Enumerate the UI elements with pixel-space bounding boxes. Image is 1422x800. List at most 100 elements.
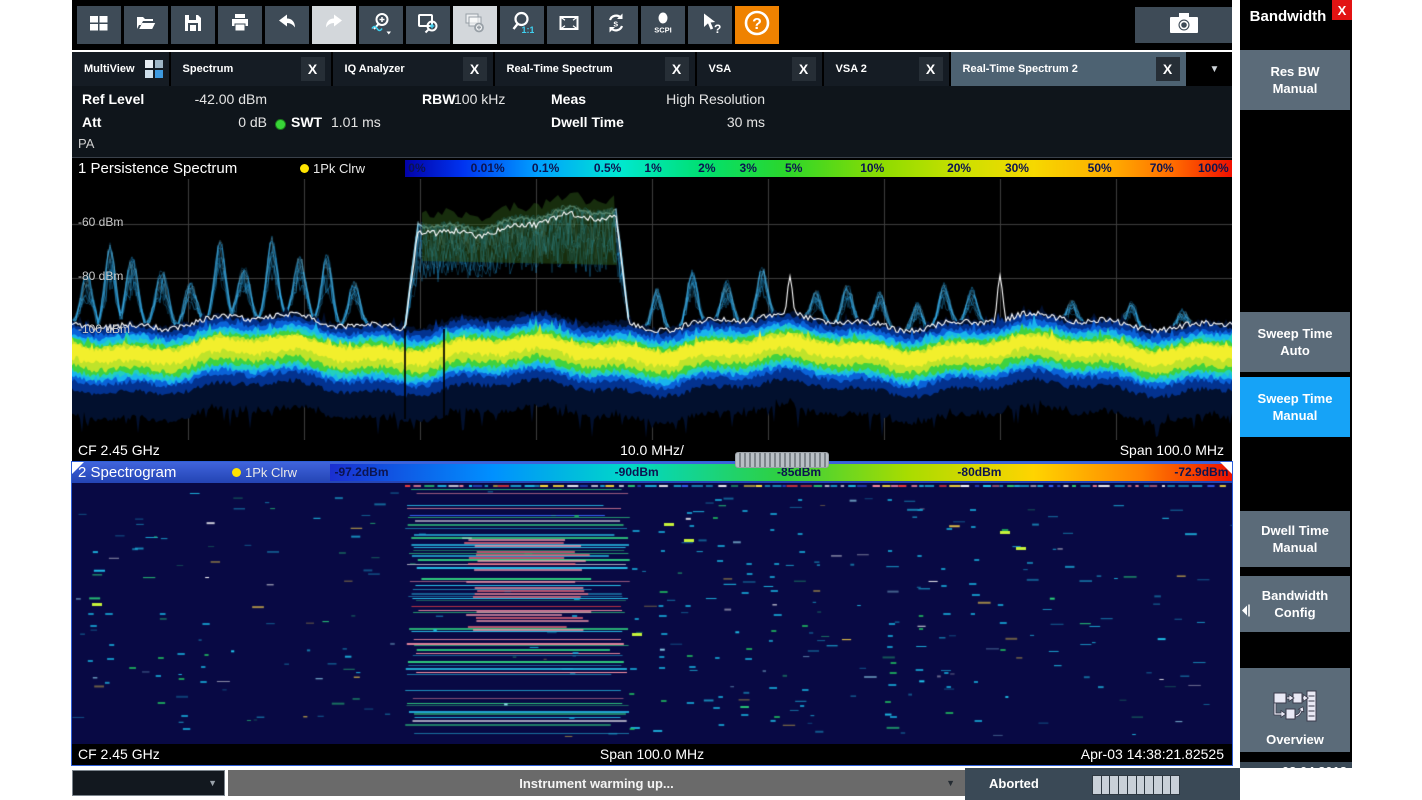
spectrogram-canvas[interactable] (72, 483, 1232, 744)
help-button[interactable]: ? (735, 6, 779, 44)
softkey-close-button[interactable]: X (1332, 0, 1352, 20)
span-readout: Span 100.0 MHz (600, 746, 704, 762)
persistence-spectrum-window[interactable]: 1 Persistence Spectrum 1Pk Clrw 0% 0.01%… (72, 157, 1232, 461)
window-splitter-handle[interactable] (735, 452, 829, 468)
zoom-area-button[interactable] (406, 6, 450, 44)
tab-iq-analyzer[interactable]: IQ Analyzer X (333, 52, 493, 86)
measurement-state: Aborted (989, 776, 1039, 791)
trace-label[interactable]: 1Pk Clrw (245, 465, 297, 480)
multi-window-zoom-button[interactable] (453, 6, 497, 44)
tab-close-icon[interactable]: X (301, 57, 325, 81)
context-help-button[interactable]: ? (688, 6, 732, 44)
softkey-sweep-time-manual[interactable]: Sweep Time Manual (1240, 377, 1350, 437)
scale-tick: 70% (1150, 161, 1174, 175)
window2-footer: CF 2.45 GHz Span 100.0 MHz Apr-03 14:38:… (72, 744, 1232, 765)
undo-button[interactable] (265, 6, 309, 44)
scale-tick: 0% (408, 161, 425, 175)
chevron-down-icon: ▼ (946, 778, 955, 788)
softkey-sweep-time-auto[interactable]: Sweep Time Auto (1240, 312, 1350, 372)
softkey-bandwidth-config[interactable]: Bandwidth Config (1240, 576, 1350, 632)
windows-start-button[interactable] (77, 6, 121, 44)
scale-tick: 2% (698, 161, 715, 175)
tab-real-time-spectrum-2[interactable]: Real-Time Spectrum 2 X (951, 52, 1186, 86)
tab-close-icon[interactable]: X (463, 57, 487, 81)
scpi-recorder-button[interactable]: SCPI (641, 6, 685, 44)
meas-value[interactable]: High Resolution (572, 91, 765, 107)
scale-tick: 20% (947, 161, 971, 175)
spectrogram-plot-area[interactable] (72, 483, 1232, 744)
open-file-button[interactable] (124, 6, 168, 44)
help-icon: ? (743, 9, 771, 42)
svg-text:1:1: 1:1 (522, 25, 535, 35)
tab-close-icon[interactable]: X (665, 57, 689, 81)
save-button[interactable] (171, 6, 215, 44)
printer-icon (228, 11, 252, 40)
softkey-sidebar: Bandwidth X Res BW Manual Sweep Time Aut… (1240, 0, 1352, 762)
overview-flowchart-icon (1272, 672, 1318, 729)
persistence-canvas[interactable] (72, 179, 1232, 440)
screenshot-button[interactable] (1135, 7, 1232, 43)
redo-arrow-icon (322, 11, 346, 40)
redo-button[interactable] (312, 6, 356, 44)
softkey-res-bw-manual[interactable]: Res BW Manual (1240, 50, 1350, 110)
tab-close-icon[interactable]: X (792, 57, 816, 81)
softkey-dwell-time-manual[interactable]: Dwell Time Manual (1240, 511, 1350, 567)
softkey-label: Overview (1266, 731, 1324, 748)
att-value[interactable]: 0 dB (137, 114, 267, 130)
swt-value[interactable]: 1.01 ms (331, 114, 381, 130)
status-message-bar[interactable]: Instrument warming up... ▼ (228, 770, 965, 796)
zoom-area-icon (416, 11, 440, 40)
channel-tabbar: MultiView Spectrum X IQ Analyzer X Real-… (72, 52, 1232, 86)
measurement-status-area: Aborted (965, 768, 1240, 800)
tab-close-icon[interactable]: X (1156, 57, 1180, 81)
zoom-trace-icon (369, 11, 393, 40)
tab-vsa[interactable]: VSA X (697, 52, 822, 86)
pa-indicator: PA (78, 136, 94, 151)
scale-tick: 100% (1198, 161, 1229, 175)
active-window-corner-mark (1220, 462, 1232, 474)
continuous-sweep-button[interactable]: s (594, 6, 638, 44)
tab-vsa-2[interactable]: VSA 2 X (824, 52, 949, 86)
tab-overflow-button[interactable]: ▼ (1197, 52, 1232, 86)
trace-label[interactable]: 1Pk Clrw (313, 161, 365, 176)
ref-level-value[interactable]: -42.00 dBm (137, 91, 267, 107)
rbw-value[interactable]: 100 kHz (454, 91, 505, 107)
scale-tick: 0.1% (532, 161, 559, 175)
scale-tick: -90dBm (615, 465, 659, 479)
svg-text:SCPI: SCPI (654, 25, 672, 34)
scale-tick: 5% (785, 161, 802, 175)
print-button[interactable] (218, 6, 262, 44)
window2-titlebar[interactable]: 2 Spectrogram 1Pk Clrw -97.2dBm -90dBm -… (72, 462, 1232, 483)
scale-tick: -80dBm (957, 465, 1001, 479)
tab-spectrum[interactable]: Spectrum X (171, 52, 331, 86)
trace-color-dot (232, 468, 241, 477)
per-division-readout: 10.0 MHz/ (620, 442, 684, 458)
tab-multiview[interactable]: MultiView (72, 52, 169, 86)
channel-settings-bar[interactable]: Ref Level -42.00 dBm RBW 100 kHz Meas Hi… (72, 86, 1232, 157)
timestamp-readout: Apr-03 14:38:21.82525 (1081, 746, 1224, 762)
tab-close-icon[interactable]: X (919, 57, 943, 81)
save-floppy-icon (181, 11, 205, 40)
window1-title: 1 Persistence Spectrum (78, 160, 237, 177)
softkey-menu-title: Bandwidth (1240, 8, 1336, 25)
spectrogram-window[interactable]: 2 Spectrogram 1Pk Clrw -97.2dBm -90dBm -… (72, 462, 1232, 765)
tab-label: VSA 2 (836, 63, 867, 75)
tab-label: VSA (709, 63, 732, 75)
multi-window-zoom-icon (463, 11, 487, 40)
cursor-help-icon: ? (698, 11, 722, 40)
scale-tick: 10% (860, 161, 884, 175)
one-to-one-zoom-icon: 1:1 (510, 11, 534, 40)
tab-real-time-spectrum[interactable]: Real-Time Spectrum X (495, 52, 695, 86)
status-dropdown[interactable]: ▼ (72, 770, 225, 796)
svg-text:?: ? (714, 22, 721, 35)
scale-tick: 50% (1088, 161, 1112, 175)
persistence-plot-area[interactable]: -60 dBm -80 dBm -100 dBm (72, 179, 1232, 440)
window1-titlebar[interactable]: 1 Persistence Spectrum 1Pk Clrw 0% 0.01%… (72, 158, 1232, 179)
ref-level-label: Ref Level (82, 91, 144, 107)
softkey-overview[interactable]: Overview (1240, 668, 1350, 752)
dwell-time-value[interactable]: 30 ms (572, 114, 765, 130)
center-frequency-readout: CF 2.45 GHz (78, 746, 160, 762)
zoom-1-1-button[interactable]: 1:1 (500, 6, 544, 44)
display-frame-button[interactable] (547, 6, 591, 44)
zoom-trace-button[interactable] (359, 6, 403, 44)
